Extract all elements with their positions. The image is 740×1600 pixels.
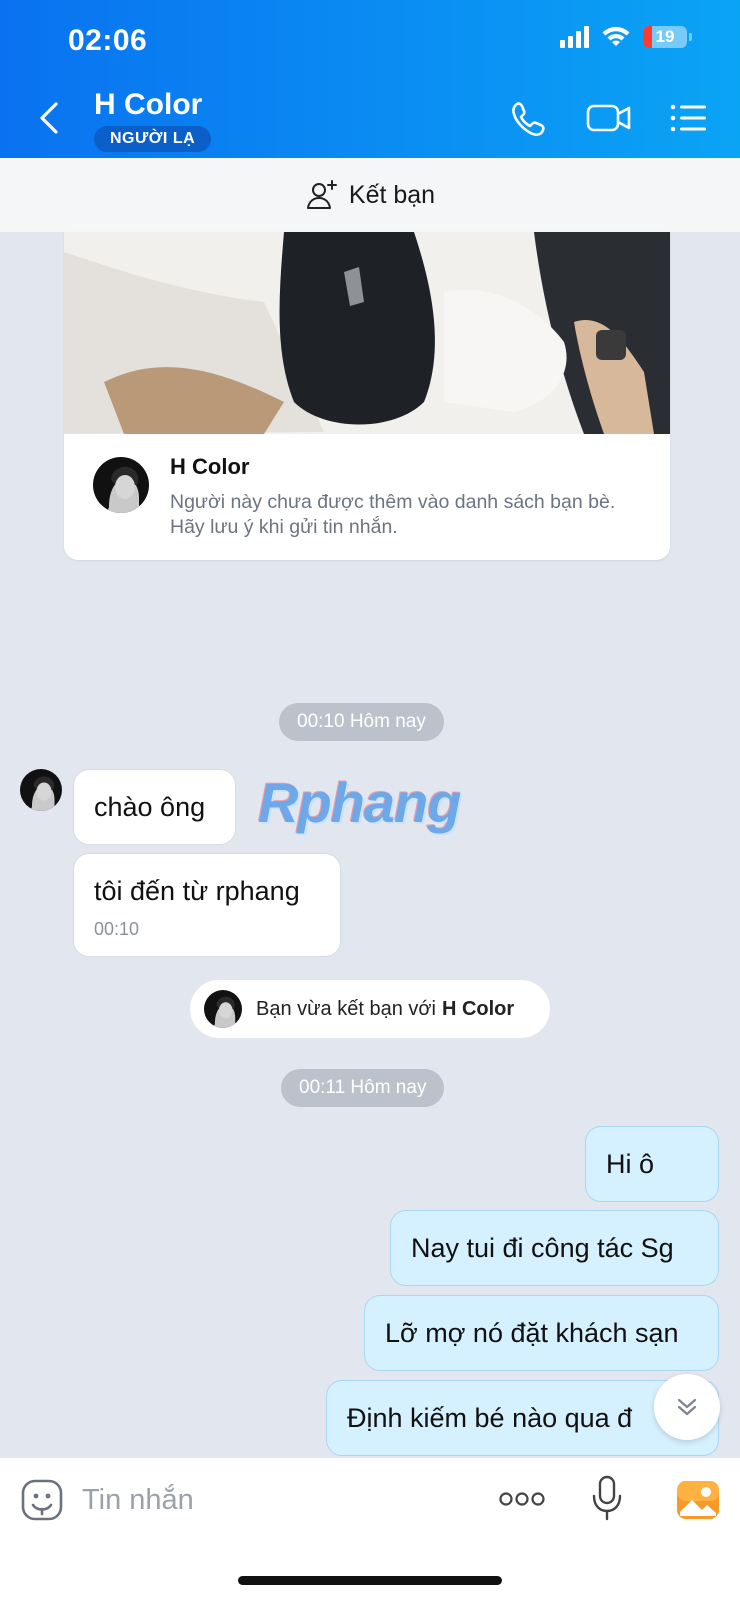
menu-icon[interactable] xyxy=(668,100,708,136)
battery-icon: 19 xyxy=(643,26,687,48)
wifi-icon xyxy=(602,26,630,46)
message-time: 00:10 xyxy=(94,919,140,939)
battery-level: 19 xyxy=(655,27,675,46)
add-friend-icon xyxy=(306,180,337,209)
outgoing-message[interactable]: Lỡ mợ nó đặt khách sạn xyxy=(364,1295,719,1371)
friend-avatar xyxy=(204,990,242,1028)
composer-bar xyxy=(0,1458,740,1600)
status-icons: 19 xyxy=(560,26,692,48)
profile-card[interactable]: H Color Người này chưa được thêm vào dan… xyxy=(64,232,670,560)
friend-added-notice: Bạn vừa kết bạn với H Color xyxy=(190,980,550,1038)
sender-avatar[interactable] xyxy=(20,769,62,811)
message-text: Định kiếm bé nào qua đ xyxy=(347,1402,633,1433)
outgoing-message[interactable]: Hi ô xyxy=(585,1126,719,1202)
emoji-icon[interactable] xyxy=(20,1478,64,1522)
cover-photo xyxy=(64,232,670,434)
profile-avatar[interactable] xyxy=(93,457,149,513)
message-text: Hi ô xyxy=(606,1148,655,1179)
status-time: 02:06 xyxy=(68,24,148,57)
chat-header: 02:06 19 H Color NGƯỜI LẠ xyxy=(0,0,740,158)
stranger-warning: Người này chưa được thêm vào danh sách b… xyxy=(170,491,616,538)
watermark: Rphang xyxy=(258,771,461,834)
photo-icon[interactable] xyxy=(676,1480,720,1520)
message-text: Lỡ mợ nó đặt khách sạn xyxy=(385,1317,679,1348)
phone-icon[interactable] xyxy=(508,100,548,136)
stranger-badge: NGƯỜI LẠ xyxy=(94,126,212,152)
notice-text: Bạn vừa kết bạn với xyxy=(256,997,436,1020)
message-text: Nay tui đi công tác Sg xyxy=(411,1232,674,1263)
outgoing-message[interactable]: Nay tui đi công tác Sg xyxy=(390,1210,719,1286)
back-icon[interactable] xyxy=(36,100,66,136)
scroll-to-bottom-button[interactable] xyxy=(654,1374,720,1440)
home-indicator xyxy=(238,1576,502,1585)
profile-name: H Color xyxy=(170,454,250,479)
notice-name: H Color xyxy=(441,997,515,1020)
video-call-icon[interactable] xyxy=(586,100,632,136)
message-text: tôi đến từ rphang xyxy=(94,876,300,906)
message-text: chào ông xyxy=(94,791,206,822)
time-chip: 00:11 Hôm nay xyxy=(281,1069,445,1107)
contact-name[interactable]: H Color xyxy=(94,88,202,122)
incoming-message[interactable]: tôi đến từ rphang 00:10 xyxy=(73,853,341,957)
message-input[interactable] xyxy=(82,1478,462,1522)
incoming-message[interactable]: chào ông xyxy=(73,769,236,845)
signal-icon xyxy=(560,26,589,48)
add-friend-button[interactable]: Kết bạn xyxy=(0,158,740,232)
time-chip: 00:10 Hôm nay xyxy=(279,703,444,741)
chevron-double-down-icon xyxy=(677,1398,697,1416)
more-icon[interactable] xyxy=(498,1484,546,1514)
add-friend-label: Kết bạn xyxy=(348,180,436,209)
mic-icon[interactable] xyxy=(590,1474,624,1522)
